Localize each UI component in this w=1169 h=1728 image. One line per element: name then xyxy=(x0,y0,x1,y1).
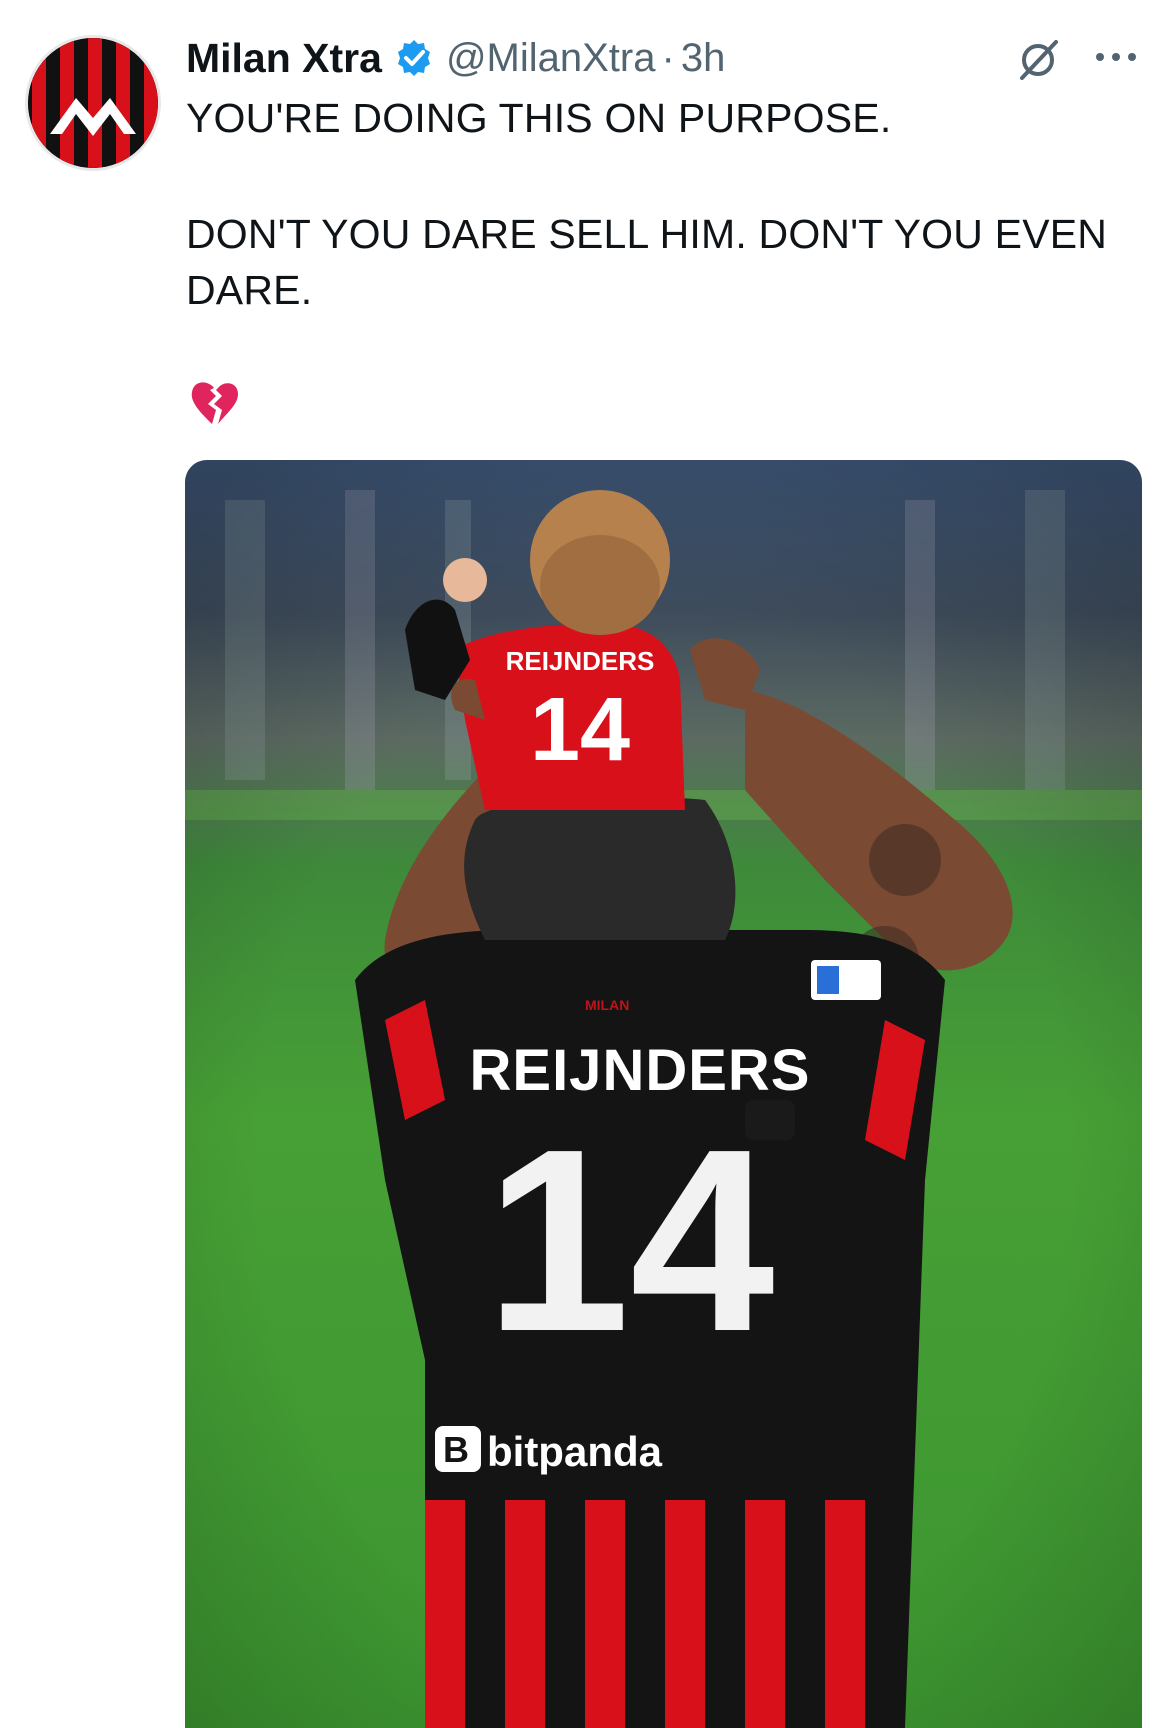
tweet-header: Milan Xtra @MilanXtra · 3h xyxy=(186,30,725,86)
sponsor-text: bitpanda xyxy=(487,1428,663,1475)
tweet: Milan Xtra @MilanXtra · 3h YOU'RE DOING … xyxy=(0,0,1169,1728)
separator-dot: · xyxy=(661,35,675,80)
broken-heart-icon xyxy=(188,378,242,432)
timestamp[interactable]: 3h xyxy=(681,36,726,81)
tweet-text-line-1: YOU'RE DOING THIS ON PURPOSE. xyxy=(186,95,892,141)
more-options-icon[interactable] xyxy=(1092,40,1140,74)
milan-logo-icon xyxy=(28,38,158,168)
display-name[interactable]: Milan Xtra xyxy=(186,35,382,82)
jersey-number: 14 xyxy=(485,1096,776,1386)
child-jersey-number: 14 xyxy=(530,680,630,780)
svg-text:B: B xyxy=(443,1429,469,1470)
tweet-photo[interactable]: MILAN REIJNDERS 14 B bitpanda 14 REIJNDE… xyxy=(185,460,1142,1728)
tweet-text-line-2: DON'T YOU DARE SELL HIM. DON'T YOU EVEN … xyxy=(186,211,1108,313)
grok-icon[interactable] xyxy=(1014,34,1064,84)
verified-badge-icon xyxy=(394,38,434,78)
child-jersey-name: REIJNDERS xyxy=(506,646,655,676)
avatar[interactable] xyxy=(28,38,158,168)
sponsor-logo: B bitpanda xyxy=(435,1426,663,1475)
jersey-name: REIJNDERS xyxy=(470,1038,811,1103)
handle[interactable]: @MilanXtra xyxy=(446,36,656,81)
club-crest-text: MILAN xyxy=(585,997,629,1013)
